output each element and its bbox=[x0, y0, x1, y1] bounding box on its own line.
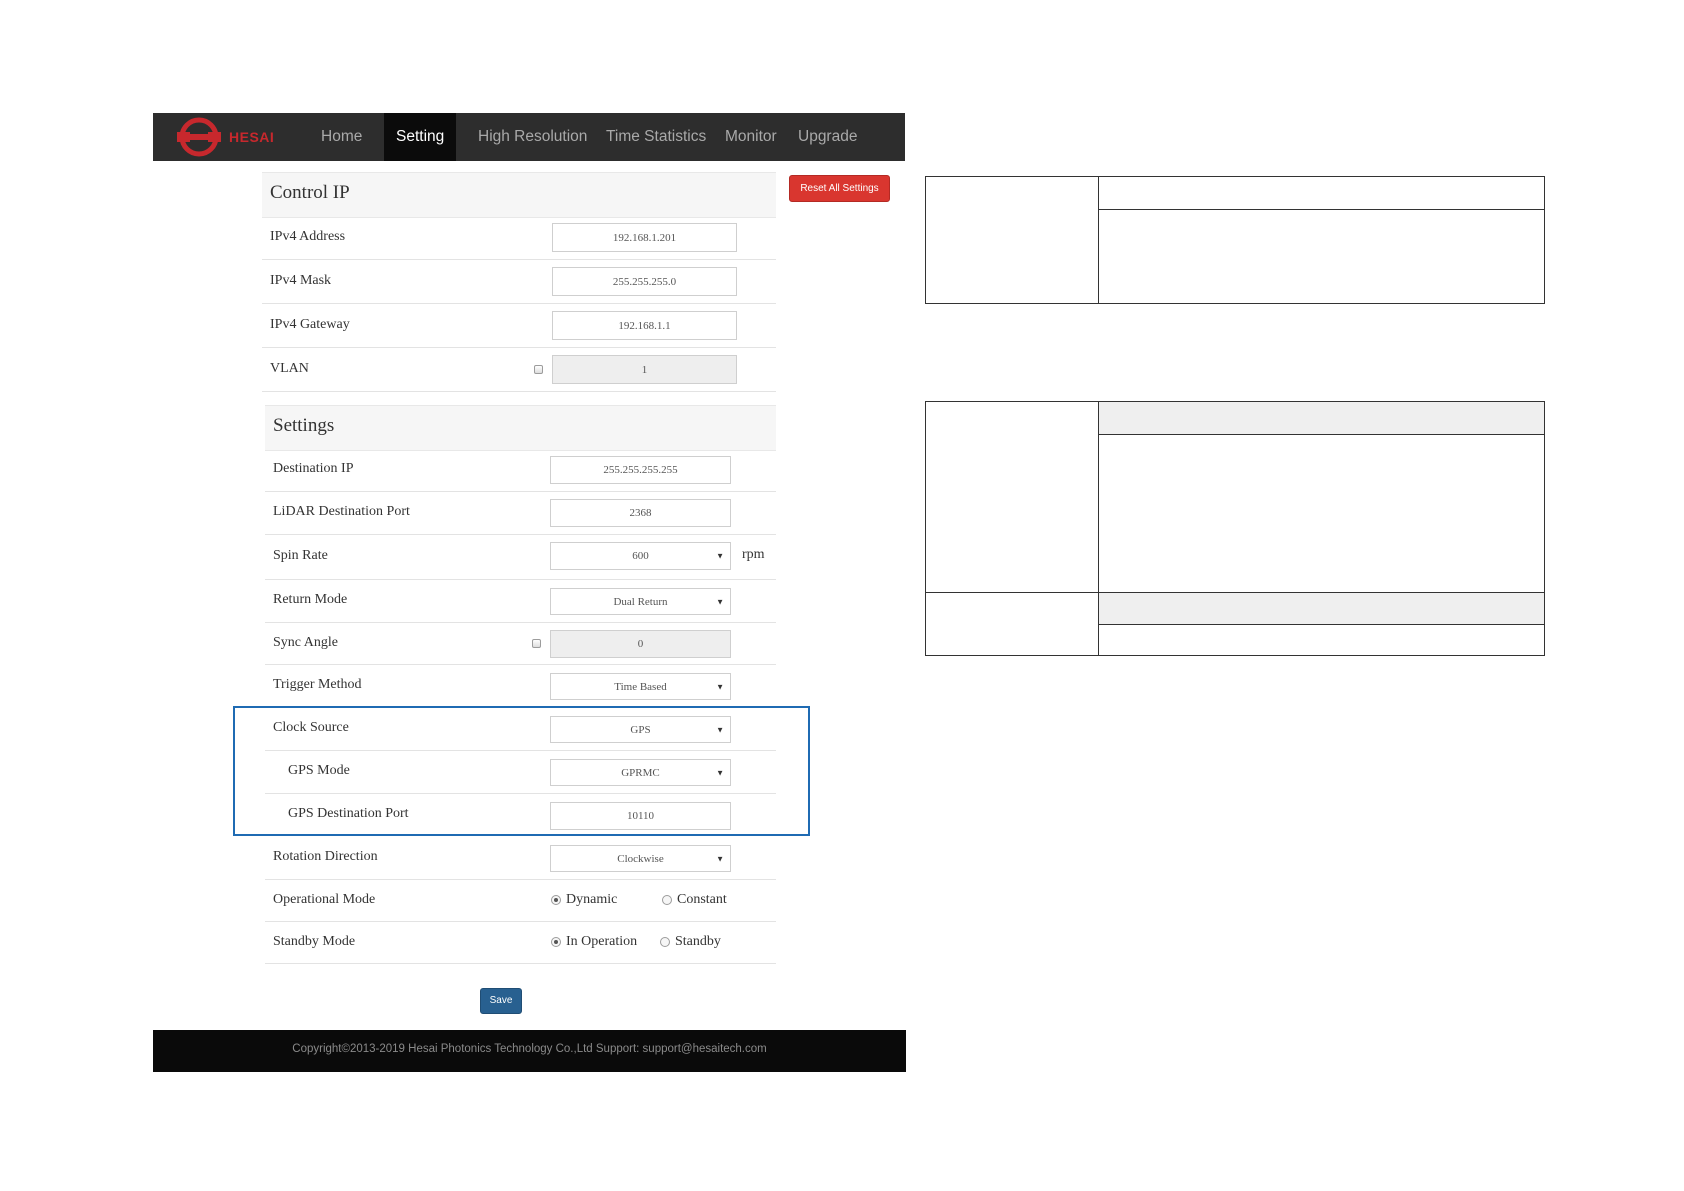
ipv4-gateway-label: IPv4 Gateway bbox=[270, 317, 350, 332]
vlan-input[interactable]: 1 bbox=[552, 355, 737, 384]
ipv4-gateway-input[interactable]: 192.168.1.1 bbox=[552, 311, 737, 340]
brand-logo[interactable]: HESAI bbox=[175, 117, 285, 157]
table-1-header-cell bbox=[1099, 177, 1544, 210]
ipv4-address-value: 192.168.1.201 bbox=[612, 231, 677, 244]
table-2-body-cell-2 bbox=[1099, 625, 1544, 655]
operational-mode-constant-label: Constant bbox=[677, 892, 727, 907]
destination-ip-row: Destination IP 255.255.255.255 bbox=[265, 449, 776, 492]
operational-mode-dynamic-label: Dynamic bbox=[566, 892, 618, 907]
rotation-direction-row: Rotation Direction Clockwise ▼ bbox=[265, 837, 776, 880]
return-mode-select[interactable]: Dual Return ▼ bbox=[550, 588, 731, 615]
operational-mode-label: Operational Mode bbox=[273, 892, 376, 907]
vlan-label: VLAN bbox=[270, 361, 309, 376]
lidar-destination-port-row: LiDAR Destination Port 2368 bbox=[265, 492, 776, 535]
table-2-body-cell-1 bbox=[1099, 435, 1544, 593]
return-mode-row: Return Mode Dual Return ▼ bbox=[265, 580, 776, 623]
table-2-label-cell-1 bbox=[926, 402, 1099, 593]
control-ip-title: Control IP bbox=[270, 182, 350, 203]
brand-logo-text: HESAI bbox=[229, 129, 275, 145]
spin-rate-value: 600 bbox=[632, 550, 649, 562]
footer-copyright: Copyright©2013-2019 Hesai Photonics Tech… bbox=[292, 1043, 767, 1055]
ipv4-gateway-row: IPv4 Gateway 192.168.1.1 bbox=[262, 304, 776, 348]
spin-rate-unit: rpm bbox=[742, 547, 765, 562]
trigger-method-value: Time Based bbox=[614, 680, 667, 693]
control-ip-header: Control IP bbox=[262, 172, 776, 218]
table-2-header-cell-1 bbox=[1099, 402, 1544, 435]
ipv4-mask-value: 255.255.255.0 bbox=[612, 275, 677, 288]
standby-mode-in-operation-label: In Operation bbox=[566, 934, 638, 949]
ipv4-mask-input[interactable]: 255.255.255.0 bbox=[552, 267, 737, 296]
top-navbar: HESAI Home Setting High Resolution Time … bbox=[153, 113, 905, 161]
reset-all-settings-button[interactable]: Reset All Settings bbox=[789, 175, 890, 202]
trigger-method-label: Trigger Method bbox=[273, 677, 362, 692]
ipv4-mask-row: IPv4 Mask 255.255.255.0 bbox=[262, 260, 776, 304]
destination-ip-label: Destination IP bbox=[273, 461, 354, 476]
lidar-destination-port-value: 2368 bbox=[629, 507, 652, 519]
save-button[interactable]: Save bbox=[480, 988, 522, 1014]
standby-mode-row: Standby Mode In Operation Standby bbox=[265, 922, 776, 964]
sync-angle-checkbox[interactable] bbox=[532, 639, 541, 648]
operational-mode-row: Operational Mode Dynamic Constant bbox=[265, 880, 776, 922]
settings-header: Settings bbox=[265, 405, 776, 451]
rotation-direction-select[interactable]: Clockwise ▼ bbox=[550, 845, 731, 872]
nav-setting[interactable]: Setting bbox=[384, 113, 457, 161]
operational-mode-constant-radio[interactable] bbox=[662, 895, 672, 905]
settings-title: Settings bbox=[273, 415, 335, 436]
ipv4-gateway-value: 192.168.1.1 bbox=[618, 319, 671, 332]
nav-upgrade[interactable]: Upgrade bbox=[786, 113, 869, 161]
standby-mode-standby-label: Standby bbox=[675, 934, 721, 949]
return-mode-value: Dual Return bbox=[613, 595, 668, 608]
standby-mode-in-operation-radio[interactable] bbox=[551, 937, 561, 947]
sync-angle-label: Sync Angle bbox=[273, 635, 338, 650]
table-1-label-cell bbox=[926, 177, 1099, 303]
empty-table-2 bbox=[925, 401, 1545, 656]
operational-mode-dynamic-radio[interactable] bbox=[551, 895, 561, 905]
rotation-direction-value: Clockwise bbox=[617, 852, 664, 865]
nav-time-statistics[interactable]: Time Statistics bbox=[594, 113, 718, 161]
caret-down-icon: ▼ bbox=[716, 682, 724, 691]
spin-rate-label: Spin Rate bbox=[273, 548, 328, 563]
ipv4-address-input[interactable]: 192.168.1.201 bbox=[552, 223, 737, 252]
page-footer: Copyright©2013-2019 Hesai Photonics Tech… bbox=[153, 1030, 906, 1072]
empty-table-1 bbox=[925, 176, 1545, 304]
trigger-method-row: Trigger Method Time Based ▼ bbox=[265, 665, 776, 708]
table-2-header-cell-2 bbox=[1099, 593, 1544, 625]
sync-angle-row: Sync Angle 0 bbox=[265, 623, 776, 665]
vlan-checkbox[interactable] bbox=[534, 365, 543, 374]
standby-mode-standby-radio[interactable] bbox=[660, 937, 670, 947]
nav-monitor[interactable]: Monitor bbox=[713, 113, 789, 161]
lidar-destination-port-label: LiDAR Destination Port bbox=[273, 504, 410, 519]
spin-rate-select[interactable]: 600 ▼ bbox=[550, 542, 731, 570]
ipv4-address-label: IPv4 Address bbox=[270, 229, 346, 244]
lidar-destination-port-input[interactable]: 2368 bbox=[550, 499, 731, 527]
return-mode-label: Return Mode bbox=[273, 592, 348, 607]
destination-ip-value: 255.255.255.255 bbox=[603, 464, 678, 476]
destination-ip-input[interactable]: 255.255.255.255 bbox=[550, 456, 731, 484]
sync-angle-value: 0 bbox=[637, 638, 644, 650]
hesai-logo-icon bbox=[177, 117, 221, 157]
caret-down-icon: ▼ bbox=[716, 597, 724, 606]
trigger-method-select[interactable]: Time Based ▼ bbox=[550, 673, 731, 700]
nav-home[interactable]: Home bbox=[309, 113, 374, 161]
caret-down-icon: ▼ bbox=[716, 854, 724, 863]
sync-angle-input[interactable]: 0 bbox=[550, 630, 731, 658]
ipv4-mask-label: IPv4 Mask bbox=[270, 273, 332, 288]
rotation-direction-label: Rotation Direction bbox=[273, 849, 378, 864]
vlan-value: 1 bbox=[641, 363, 648, 376]
table-2-label-cell-2 bbox=[926, 593, 1099, 655]
table-1-body-cell bbox=[1099, 210, 1544, 303]
nav-high-resolution[interactable]: High Resolution bbox=[466, 113, 599, 161]
standby-mode-label: Standby Mode bbox=[273, 934, 356, 949]
spin-rate-row: Spin Rate 600 ▼ rpm bbox=[265, 535, 776, 580]
caret-down-icon: ▼ bbox=[716, 551, 724, 561]
clock-source-highlight-box bbox=[233, 706, 810, 836]
vlan-row: VLAN 1 bbox=[262, 348, 776, 392]
ipv4-address-row: IPv4 Address 192.168.1.201 bbox=[262, 216, 776, 260]
